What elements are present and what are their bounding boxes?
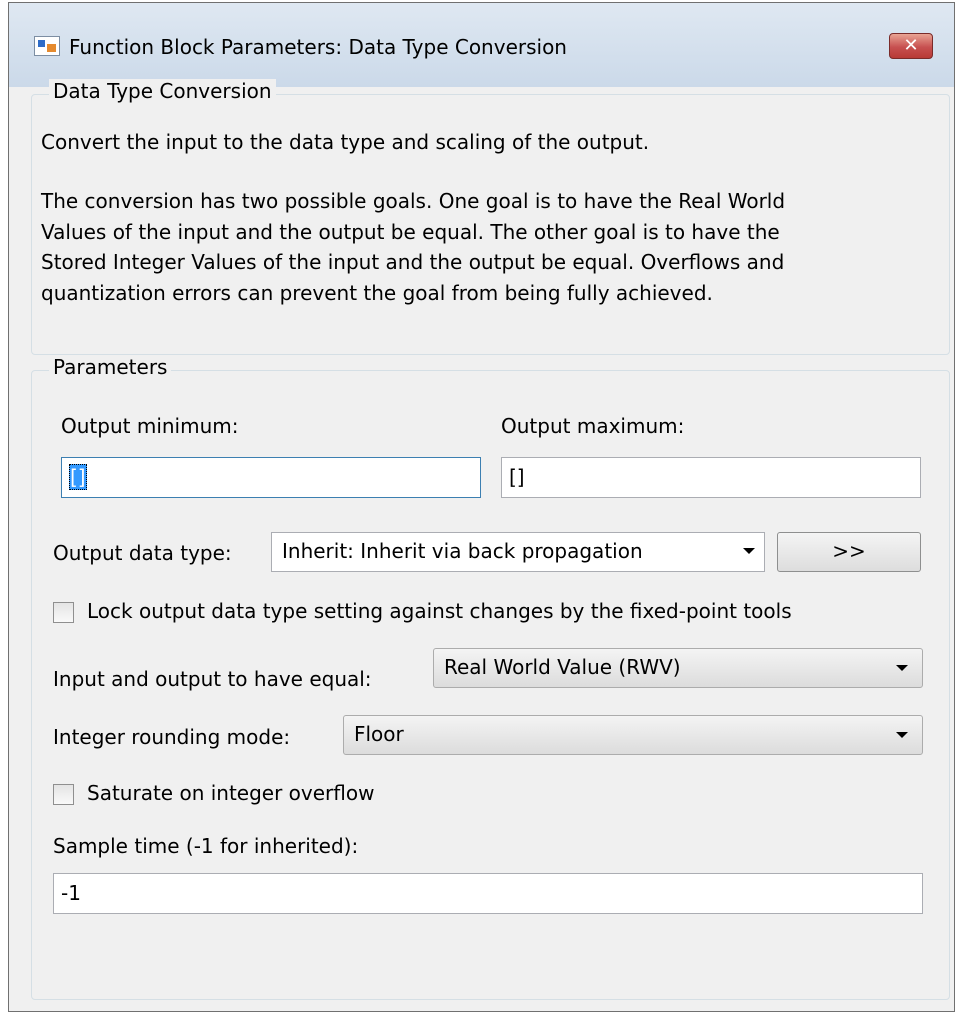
equal-mode-value: Real World Value (RWV) <box>444 655 681 679</box>
rounding-mode-value: Floor <box>354 722 404 746</box>
chevron-down-icon <box>896 665 908 671</box>
description-line: The conversion has two possible goals. O… <box>41 189 786 213</box>
equal-mode-dropdown[interactable]: Real World Value (RWV) <box>433 648 923 688</box>
description-group-legend: Data Type Conversion <box>49 79 276 103</box>
output-maximum-input[interactable]: [] <box>501 457 921 498</box>
data-type-assistant-button[interactable]: >> <box>777 532 921 572</box>
output-minimum-input[interactable]: [] <box>61 457 481 498</box>
description-line: Stored Integer Values of the input and t… <box>41 250 785 274</box>
dialog-window: Function Block Parameters: Data Type Con… <box>8 2 955 1012</box>
parameters-group-legend: Parameters <box>49 355 172 379</box>
output-data-type-dropdown[interactable]: Inherit: Inherit via back propagation <box>271 532 765 572</box>
output-maximum-label: Output maximum: <box>501 414 685 438</box>
close-button[interactable]: ✕ <box>889 33 933 59</box>
description-line: Values of the input and the output be eq… <box>41 219 780 244</box>
chevron-down-icon <box>743 548 755 554</box>
output-data-type-value: Inherit: Inherit via back propagation <box>282 539 643 563</box>
rounding-mode-label: Integer rounding mode: <box>53 725 291 749</box>
chevron-down-icon <box>896 732 908 738</box>
equal-mode-label: Input and output to have equal: <box>53 667 372 691</box>
output-minimum-value: [] <box>69 464 87 490</box>
output-minimum-label: Output minimum: <box>61 414 239 438</box>
description-paragraph-1: Convert the input to the data type and s… <box>41 130 650 154</box>
simulink-block-icon <box>34 36 60 56</box>
lock-data-type-checkbox[interactable] <box>53 602 74 623</box>
sample-time-input[interactable]: -1 <box>53 873 923 914</box>
output-data-type-label: Output data type: <box>53 541 232 565</box>
description-line: quantization errors can prevent the goal… <box>41 280 713 305</box>
sample-time-label: Sample time (-1 for inherited): <box>53 834 359 858</box>
window-title: Function Block Parameters: Data Type Con… <box>69 35 567 59</box>
output-maximum-value: [] <box>509 465 525 489</box>
lock-data-type-label: Lock output data type setting against ch… <box>87 599 792 623</box>
saturate-overflow-checkbox[interactable] <box>53 784 74 805</box>
saturate-overflow-label: Saturate on integer overflow <box>87 781 375 805</box>
description-paragraph-2: The conversion has two possible goals. O… <box>41 186 931 308</box>
rounding-mode-dropdown[interactable]: Floor <box>343 715 923 755</box>
sample-time-value: -1 <box>61 881 81 905</box>
title-bar[interactable]: Function Block Parameters: Data Type Con… <box>9 3 954 87</box>
